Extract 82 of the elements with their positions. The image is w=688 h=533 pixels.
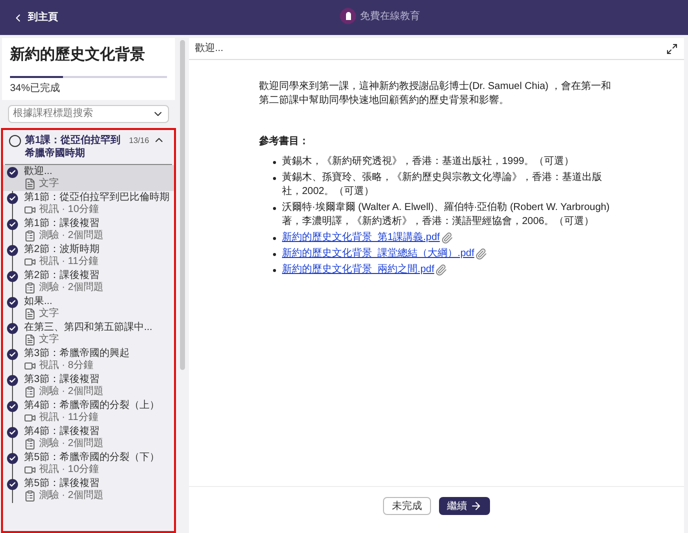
course-title: 新約的歷史文化背景 [10, 45, 146, 65]
reference-entry: 沃爾特·埃爾韋爾 (Walter A. Elwell)、羅伯特·亞伯勒 (Robert W. Yarbrough) 著，李濃明譯，《新約透析》，香港：漢語聖經協會，2006。（可選） [282, 201, 611, 229]
intro-paragraph: 歡迎同學來到第一課，這神新約教授謝品彰博士(Dr. Samuel Chia) ，會在第一和第二節課中幫助同學快速地回顧舊約的歷史背景和影響。 [259, 80, 612, 108]
item-title: 第1節：從亞伯拉罕到巴比倫時期 [24, 192, 170, 204]
lesson-count: 13/16 [129, 134, 150, 146]
pdf-link[interactable]: 新約的歷史文化背景_第1課講義.pdf [282, 231, 440, 245]
item-title: 在第三、第四和第五節課中... [24, 322, 152, 334]
item-title: 第5節：希臘帝國的分裂（下） [24, 452, 160, 464]
lesson-item[interactable]: 在第三、第四和第五節課中... 文字 [3, 320, 174, 346]
bullet-icon [273, 269, 276, 272]
item-title: 第2節：課後複習 [24, 270, 101, 282]
document-icon [24, 308, 36, 320]
lesson-item[interactable]: 歡迎... 文字 [3, 164, 174, 190]
clipboard-icon [24, 230, 36, 242]
bullet-icon [273, 237, 276, 240]
lesson-item[interactable]: 第4節：課後複習 測驗 · 2個問題 [3, 424, 174, 450]
lesson-item[interactable]: 第2節：課後複習 測驗 · 2個問題 [3, 268, 174, 294]
clipboard-icon [24, 438, 36, 450]
item-title: 第3節：課後複習 [24, 374, 101, 386]
item-title: 如果... [24, 296, 54, 308]
reference-entry: 黃錫木，《新約研究透視》，香港：基道出版社，1999。（可選） [282, 155, 574, 169]
bullet-icon [273, 161, 276, 164]
pdf-link[interactable]: 新約的歷史文化背景_兩約之間.pdf [282, 263, 434, 277]
reference-entry: 黃錫木、孫寶玲、張略，《新約歷史與宗教文化導論》，香港：基道出版社，2002。（可選） [282, 171, 603, 199]
video-icon [24, 204, 36, 216]
document-icon [24, 178, 36, 190]
content-title: 歡迎... [195, 42, 224, 56]
video-icon [24, 256, 36, 268]
video-icon [24, 412, 36, 424]
continue-button[interactable]: 繼續 [439, 497, 490, 515]
logo-icon [340, 8, 356, 24]
item-title: 歡迎... [24, 166, 54, 178]
progress-label: 34%已完成 [10, 82, 62, 96]
item-title: 第2節：波斯時期 [24, 244, 100, 256]
bullet-icon [273, 177, 276, 180]
paperclip-icon [440, 232, 453, 244]
clipboard-icon [24, 282, 36, 294]
lesson-item[interactable]: 第1節：從亞伯拉罕到巴比倫時期 視訊 · 10分鐘 [3, 190, 174, 216]
item-title: 第1節：課後複習 [24, 218, 101, 230]
paperclip-icon [435, 264, 448, 276]
item-meta: 測驗 · 2個問題 [39, 282, 104, 294]
clipboard-icon [24, 386, 36, 398]
pdf-link[interactable]: 新約的歷史文化背景_課堂總結（大綱）.pdf [282, 247, 474, 261]
item-title: 第4節：希臘帝國的分裂（上） [24, 400, 160, 412]
lesson-item[interactable]: 第3節：課後複習 測驗 · 2個問題 [3, 372, 174, 398]
item-meta: 文字 [39, 334, 59, 346]
document-icon [24, 334, 36, 346]
item-meta: 視訊 · 8分鐘 [39, 360, 94, 372]
item-meta: 視訊 · 10分鐘 [39, 464, 100, 476]
item-meta: 視訊 · 10分鐘 [39, 204, 100, 216]
back-link[interactable]: 到主頁 [12, 10, 58, 25]
item-meta: 測驗 · 2個問題 [39, 230, 104, 242]
item-meta: 文字 [39, 308, 59, 320]
lesson-item[interactable]: 第5節：希臘帝國的分裂（下） 視訊 · 10分鐘 [3, 450, 174, 476]
search-dropdown[interactable]: 根據課程標題搜索 [8, 104, 169, 122]
item-title: 第4節：課後複習 [24, 426, 101, 438]
bullet-icon [273, 253, 276, 256]
arrow-right-icon [470, 500, 482, 512]
brand-name: 免費在線教育 [360, 10, 420, 24]
item-meta: 測驗 · 2個問題 [39, 490, 104, 502]
incomplete-button[interactable]: 未完成 [383, 497, 431, 515]
paperclip-icon [475, 248, 488, 260]
lesson-item[interactable]: 如果... 文字 [3, 294, 174, 320]
lesson-item[interactable]: 第3節：希臘帝國的興起 視訊 · 8分鐘 [3, 346, 174, 372]
video-icon [24, 464, 36, 476]
clipboard-icon [24, 490, 36, 502]
video-icon [24, 360, 36, 372]
item-meta: 測驗 · 2個問題 [39, 386, 104, 398]
lesson-item[interactable]: 第4節：希臘帝國的分裂（上） 視訊 · 11分鐘 [3, 398, 174, 424]
lesson-item[interactable]: 第1節：課後複習 測驗 · 2個問題 [3, 216, 174, 242]
bullet-icon [273, 207, 276, 210]
item-meta: 測驗 · 2個問題 [39, 438, 104, 450]
lesson-item[interactable]: 第2節：波斯時期 視訊 · 11分鐘 [3, 242, 174, 268]
lesson-item[interactable]: 第5節：課後複習 測驗 · 2個問題 [3, 476, 174, 502]
item-title: 第5節：課後複習 [24, 478, 101, 490]
item-title: 第3節：希臘帝國的興起 [24, 348, 130, 360]
references-heading: 參考書目： [259, 134, 310, 149]
item-meta: 視訊 · 11分鐘 [39, 412, 98, 424]
lesson-title: 第1課：從亞伯拉罕到希臘帝國時期 [25, 134, 122, 160]
item-meta: 文字 [39, 178, 59, 190]
item-meta: 視訊 · 11分鐘 [39, 256, 98, 268]
expand-icon[interactable] [666, 42, 678, 54]
